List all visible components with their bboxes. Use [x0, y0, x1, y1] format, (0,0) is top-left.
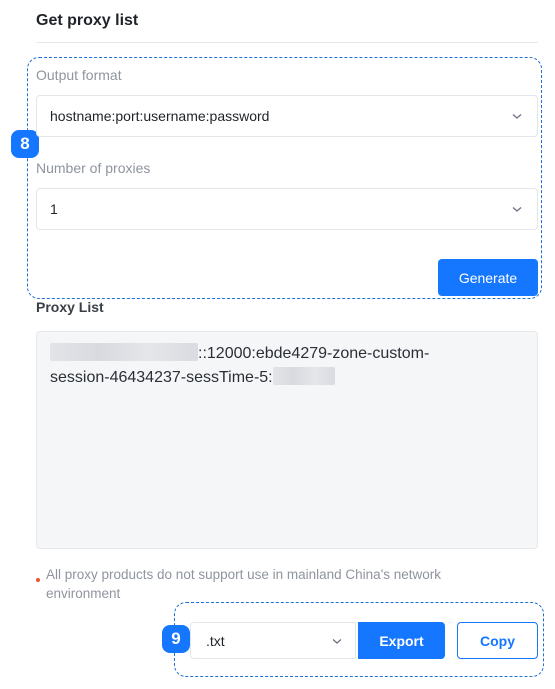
- proxy-line-1: ::12000:ebde4279-zone-custom-: [50, 342, 524, 366]
- chevron-down-icon: [332, 639, 342, 644]
- chevron-down-icon: [512, 114, 522, 119]
- chevron-down-icon: [512, 207, 522, 212]
- region-notice: All proxy products do not support use in…: [46, 567, 442, 601]
- step-badge-9: 9: [162, 625, 190, 653]
- output-format-value: hostname:port:username:password: [50, 108, 270, 124]
- proxy-line-2-text: session-46434237-sessTime-5:: [50, 369, 273, 386]
- redacted-password: [272, 367, 335, 385]
- number-of-proxies-select[interactable]: 1: [36, 188, 538, 230]
- number-of-proxies-value: 1: [50, 201, 58, 217]
- proxy-list-output[interactable]: ::12000:ebde4279-zone-custom- session-46…: [36, 331, 538, 549]
- proxy-line-2: session-46434237-sessTime-5:: [50, 366, 524, 390]
- generate-button[interactable]: Generate: [438, 259, 538, 296]
- export-format-value: .txt: [206, 632, 225, 649]
- export-format-select[interactable]: .txt: [190, 622, 356, 659]
- step-badge-8: 8: [11, 130, 39, 158]
- export-button[interactable]: Export: [358, 622, 445, 659]
- proxy-line-1-text: ::12000:ebde4279-zone-custom-: [198, 345, 430, 362]
- warning-dot-icon: [36, 578, 40, 582]
- section-title: Get proxy list: [36, 12, 139, 29]
- output-format-select[interactable]: hostname:port:username:password: [36, 95, 538, 137]
- number-of-proxies-label: Number of proxies: [36, 160, 151, 176]
- output-format-label: Output format: [36, 67, 122, 83]
- section-divider: [36, 42, 538, 43]
- redacted-host: [50, 343, 198, 361]
- proxy-list-label: Proxy List: [36, 299, 104, 315]
- copy-button[interactable]: Copy: [457, 622, 538, 659]
